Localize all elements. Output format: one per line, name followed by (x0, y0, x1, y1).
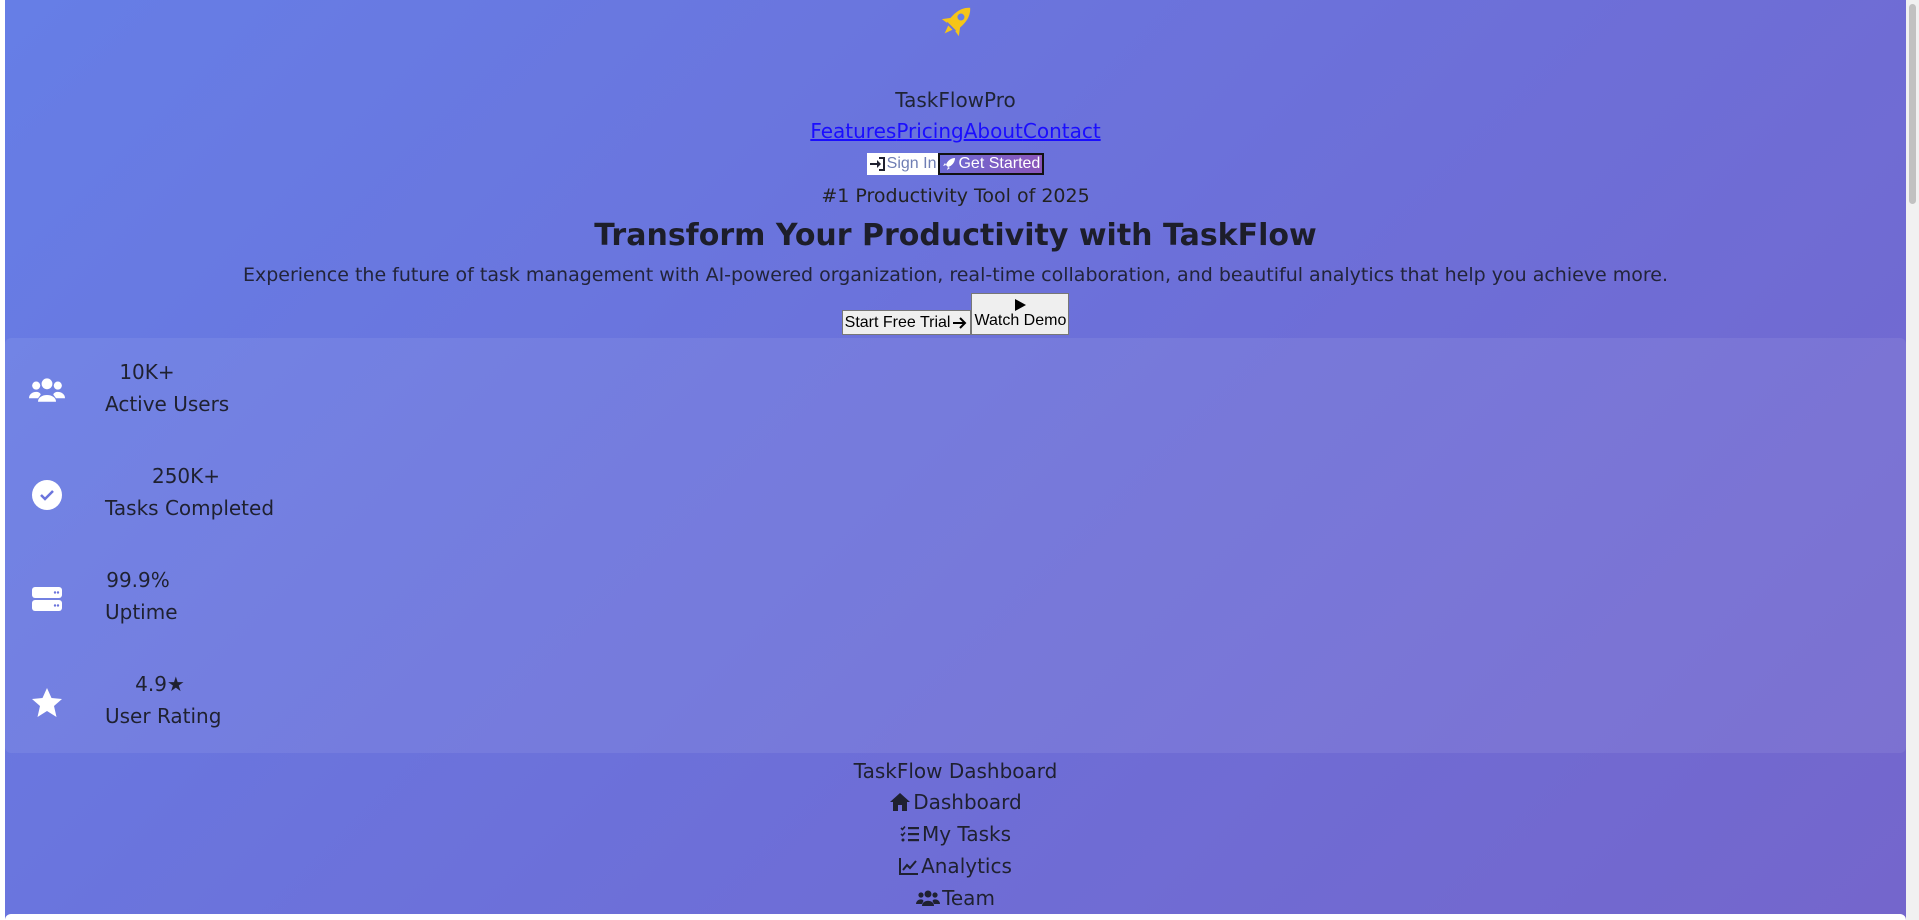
trial-label: Start Free Trial (844, 313, 951, 331)
menu-label: Analytics (921, 854, 1012, 878)
hero-headline: Transform Your Productivity with TaskFlo… (594, 218, 1317, 253)
dashboard-title: TaskFlow Dashboard (853, 759, 1058, 783)
content-card-top-edge (5, 914, 1906, 920)
stat-label: Uptime (105, 600, 178, 624)
sign-in-icon (869, 157, 885, 171)
menu-label: Team (942, 886, 995, 910)
award-badge: #1 Productivity Tool of 2025 (821, 185, 1090, 207)
play-icon (1015, 299, 1027, 311)
menu-label: My Tasks (921, 822, 1012, 846)
star-icon (32, 688, 62, 717)
sign-in-button[interactable]: Sign In (866, 153, 939, 175)
home-icon (890, 793, 911, 811)
menu-item-team[interactable]: Team (5, 886, 1906, 910)
hero-cta-group: Start Free Trial Watch Demo (5, 293, 1906, 335)
sign-in-label: Sign In (886, 155, 937, 172)
stat-label: User Rating (105, 704, 222, 728)
nav-link-contact[interactable]: Contact (1023, 119, 1101, 143)
users-icon (916, 890, 941, 906)
stat-item: 250K+ Tasks Completed (5, 442, 1906, 546)
users-icon (29, 378, 65, 402)
demo-label: Watch Demo (974, 312, 1067, 329)
chart-line-icon (899, 858, 919, 875)
nav-link-features[interactable]: Features (810, 119, 896, 143)
stat-value: 99.9% (106, 568, 170, 592)
stat-label: Tasks Completed (105, 496, 275, 520)
menu-item-analytics[interactable]: Analytics (5, 854, 1906, 878)
landing-page: TaskFlowPro FeaturesPricingAboutContact … (5, 0, 1906, 920)
server-icon (32, 587, 62, 611)
get-started-button[interactable]: Get Started (938, 153, 1045, 175)
menu-item-my-tasks[interactable]: My Tasks (5, 822, 1906, 846)
start-free-trial-button[interactable]: Start Free Trial (841, 310, 972, 335)
stat-value: 4.9★ (135, 672, 185, 696)
get-started-label: Get Started (958, 155, 1041, 172)
stats-panel: 10K+ Active Users 250K+ Tasks Completed … (5, 338, 1906, 753)
rocket-icon (943, 158, 956, 170)
main-nav: FeaturesPricingAboutContact (5, 119, 1906, 143)
nav-link-about[interactable]: About (964, 119, 1023, 143)
task-list-icon (900, 825, 919, 842)
arrow-right-icon (953, 316, 967, 329)
rocket-logo-icon (5, 0, 1906, 46)
stat-item: 4.9★ User Rating (5, 650, 1906, 754)
menu-item-dashboard[interactable]: Dashboard (5, 790, 1906, 814)
nav-link-pricing[interactable]: Pricing (896, 119, 963, 143)
stat-item: 10K+ Active Users (5, 338, 1906, 442)
scrollbar-thumb[interactable] (1909, 4, 1916, 204)
menu-label: Dashboard (913, 790, 1022, 814)
stat-value: 250K+ (151, 464, 221, 488)
stat-item: 99.9% Uptime (5, 546, 1906, 650)
check-circle-icon (32, 480, 62, 510)
auth-buttons: Sign In Get Started (5, 153, 1906, 175)
watch-demo-button[interactable]: Watch Demo (971, 293, 1070, 335)
brand-name: TaskFlowPro (895, 88, 1016, 112)
hero-subtitle: Experience the future of task management… (242, 264, 1669, 286)
stat-label: Active Users (105, 392, 230, 416)
stat-value: 10K+ (119, 360, 175, 384)
page-scrollbar[interactable] (1906, 0, 1919, 920)
